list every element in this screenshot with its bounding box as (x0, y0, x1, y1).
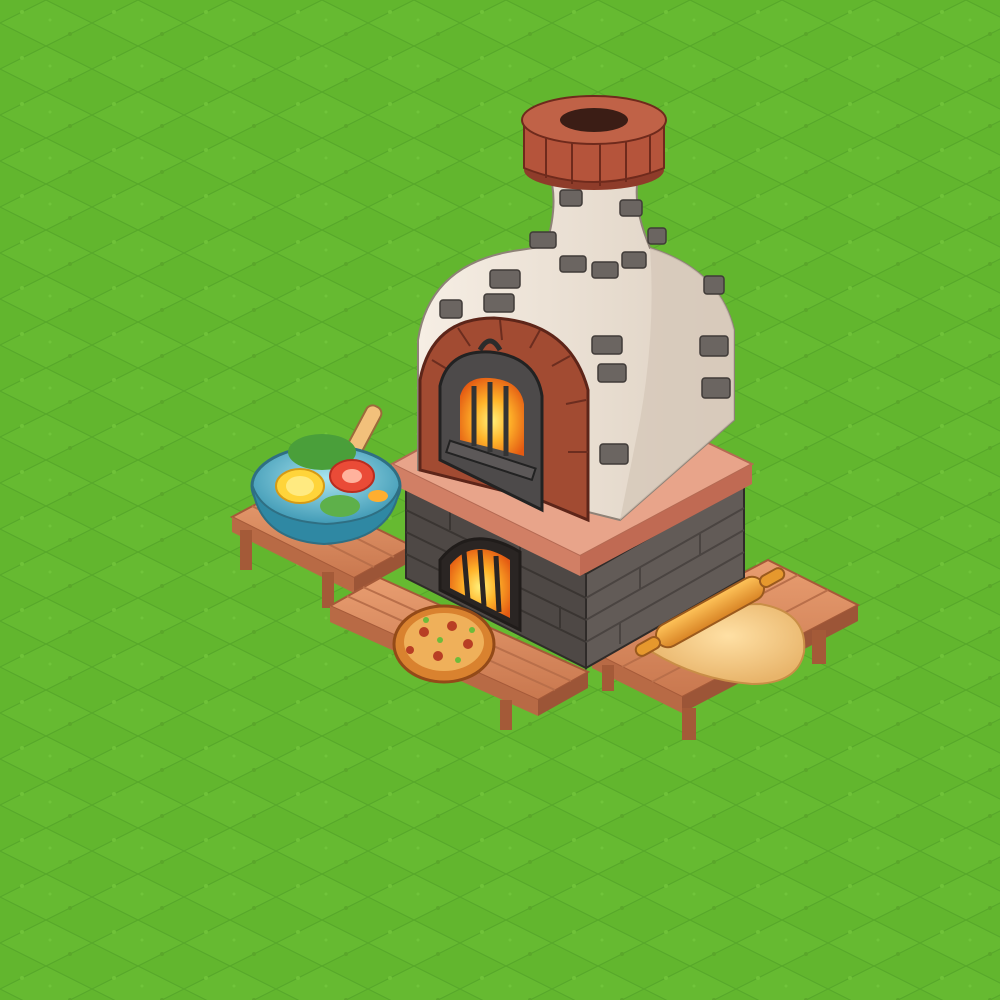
chimney (521, 95, 667, 190)
pizza[interactable] (392, 604, 496, 684)
game-scene (0, 0, 1000, 1000)
